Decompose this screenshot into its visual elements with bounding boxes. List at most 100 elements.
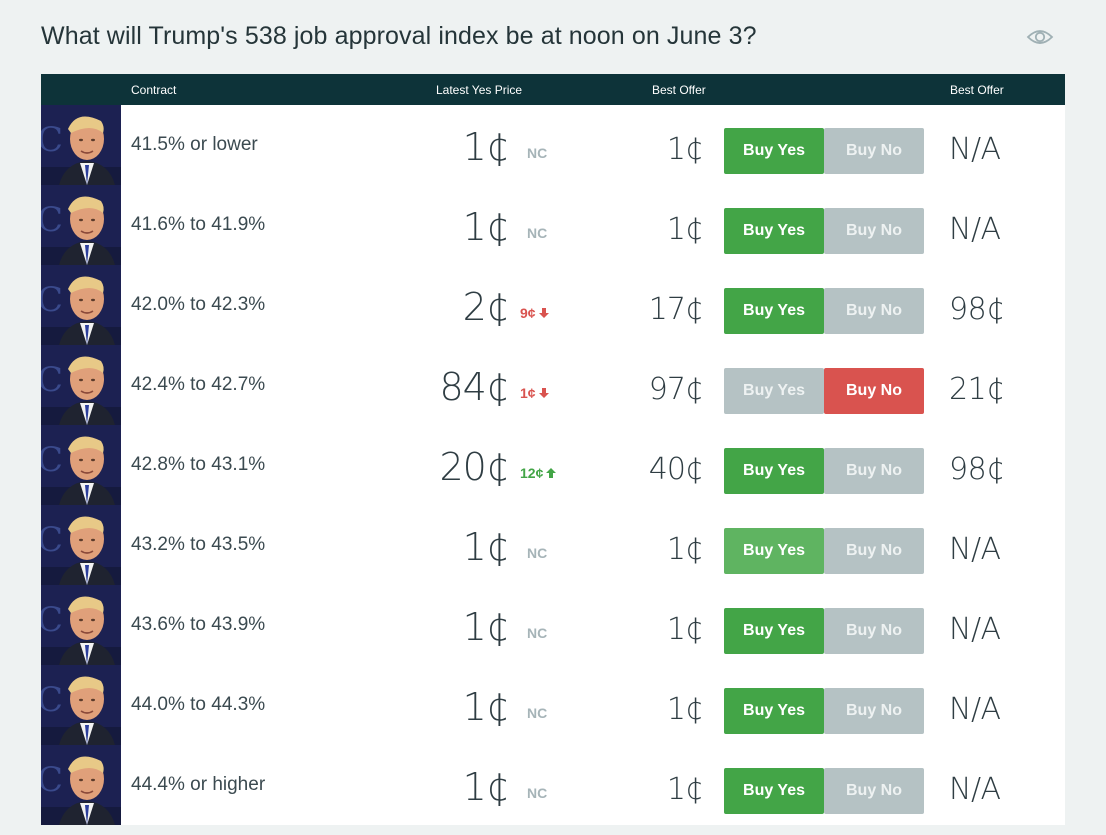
best-offer-no: N/A xyxy=(949,692,1001,727)
contract-name[interactable]: 43.2% to 43.5% xyxy=(131,534,265,556)
buy-no-button[interactable]: Buy No xyxy=(824,288,924,334)
avatar[interactable]: C xyxy=(41,505,121,585)
price-change-value: NC xyxy=(527,225,548,241)
price-change-value: 9¢ xyxy=(520,305,536,321)
header-latest-yes-price: Latest Yes Price xyxy=(436,83,523,97)
latest-yes-price: 20¢ xyxy=(439,445,510,489)
price-change-value: NC xyxy=(527,145,548,161)
svg-text:C: C xyxy=(41,680,63,720)
best-offer-no: 21¢ xyxy=(949,372,1005,407)
svg-text:C: C xyxy=(41,600,63,640)
table-row: C 42.0% to 42.3% 2¢ 9¢ 17¢ Buy Yes Buy N… xyxy=(41,265,1065,345)
buy-yes-button[interactable]: Buy Yes xyxy=(724,208,824,254)
contract-name[interactable]: 41.5% or lower xyxy=(131,134,258,156)
table-row: C 42.8% to 43.1% 20¢ 12¢ 40¢ Buy Yes Buy… xyxy=(41,425,1065,505)
contracts-table: Contract Latest Yes Price Best Offer Bes… xyxy=(41,74,1065,825)
table-body: C 41.5% or lower 1¢ NC 1¢ Buy Yes Buy No… xyxy=(41,105,1065,825)
buy-yes-button[interactable]: Buy Yes xyxy=(724,288,824,334)
contract-name[interactable]: 43.6% to 43.9% xyxy=(131,614,265,636)
price-change-value: 12¢ xyxy=(520,465,544,481)
header-contract: Contract xyxy=(131,83,177,97)
contract-image-icon: C xyxy=(41,345,121,425)
avatar[interactable]: C xyxy=(41,425,121,505)
svg-text:C: C xyxy=(41,200,63,240)
eye-icon[interactable] xyxy=(1026,26,1054,48)
best-offer-yes: 1¢ xyxy=(666,772,704,807)
buy-no-button[interactable]: Buy No xyxy=(824,368,924,414)
avatar[interactable]: C xyxy=(41,345,121,425)
avatar[interactable]: C xyxy=(41,665,121,745)
price-change: 9¢ xyxy=(520,305,549,321)
buy-no-button[interactable]: Buy No xyxy=(824,768,924,814)
buy-yes-button[interactable]: Buy Yes xyxy=(724,368,824,414)
svg-text:C: C xyxy=(41,360,63,400)
contract-image-icon: C xyxy=(41,265,121,345)
contract-name[interactable]: 41.6% to 41.9% xyxy=(131,214,265,236)
avatar[interactable]: C xyxy=(41,745,121,825)
buy-yes-button[interactable]: Buy Yes xyxy=(724,688,824,734)
latest-yes-price: 1¢ xyxy=(462,525,510,569)
arrow-down-icon xyxy=(538,308,549,318)
contract-image-icon: C xyxy=(41,665,121,745)
contract-name[interactable]: 42.8% to 43.1% xyxy=(131,454,265,476)
table-row: C 43.2% to 43.5% 1¢ NC 1¢ Buy Yes Buy No… xyxy=(41,505,1065,585)
latest-yes-price: 1¢ xyxy=(462,685,510,729)
header-best-offer-no: Best Offer xyxy=(950,83,1004,97)
price-change-value: NC xyxy=(527,545,548,561)
avatar[interactable]: C xyxy=(41,105,121,185)
buy-yes-button[interactable]: Buy Yes xyxy=(724,768,824,814)
best-offer-yes: 40¢ xyxy=(648,452,704,487)
buy-no-button[interactable]: Buy No xyxy=(824,688,924,734)
header-best-offer-yes: Best Offer xyxy=(652,83,706,97)
latest-yes-price: 1¢ xyxy=(462,125,510,169)
buy-yes-button[interactable]: Buy Yes xyxy=(724,448,824,494)
price-change: NC xyxy=(527,545,547,561)
latest-yes-price: 1¢ xyxy=(462,765,510,809)
contract-image-icon: C xyxy=(41,105,121,185)
svg-text:C: C xyxy=(41,280,63,320)
best-offer-no: 98¢ xyxy=(949,292,1005,327)
svg-text:C: C xyxy=(41,120,63,160)
avatar[interactable]: C xyxy=(41,585,121,665)
buy-no-button[interactable]: Buy No xyxy=(824,448,924,494)
best-offer-no: N/A xyxy=(949,612,1001,647)
buy-yes-button[interactable]: Buy Yes xyxy=(724,128,824,174)
buy-no-button[interactable]: Buy No xyxy=(824,528,924,574)
avatar[interactable]: C xyxy=(41,265,121,345)
price-change: 12¢ xyxy=(520,465,557,481)
table-row: C 41.5% or lower 1¢ NC 1¢ Buy Yes Buy No… xyxy=(41,105,1065,185)
buy-no-button[interactable]: Buy No xyxy=(824,128,924,174)
contract-image-icon: C xyxy=(41,425,121,505)
table-header: Contract Latest Yes Price Best Offer Bes… xyxy=(41,74,1065,105)
latest-yes-price: 1¢ xyxy=(462,605,510,649)
buy-no-button[interactable]: Buy No xyxy=(824,608,924,654)
price-change: NC xyxy=(527,625,547,641)
contract-image-icon: C xyxy=(41,585,121,665)
best-offer-no: N/A xyxy=(949,212,1001,247)
price-change-value: 1¢ xyxy=(520,385,536,401)
price-change: NC xyxy=(527,785,547,801)
contract-name[interactable]: 42.4% to 42.7% xyxy=(131,374,265,396)
arrow-down-icon xyxy=(538,388,549,398)
best-offer-yes: 1¢ xyxy=(666,692,704,727)
contract-name[interactable]: 42.0% to 42.3% xyxy=(131,294,265,316)
best-offer-no: N/A xyxy=(949,772,1001,807)
latest-yes-price: 84¢ xyxy=(439,365,510,409)
table-row: C 42.4% to 42.7% 84¢ 1¢ 97¢ Buy Yes Buy … xyxy=(41,345,1065,425)
best-offer-yes: 1¢ xyxy=(666,132,704,167)
contract-name[interactable]: 44.4% or higher xyxy=(131,774,265,796)
contract-name[interactable]: 44.0% to 44.3% xyxy=(131,694,265,716)
contract-image-icon: C xyxy=(41,745,121,825)
latest-yes-price: 2¢ xyxy=(462,285,510,329)
price-change: NC xyxy=(527,705,547,721)
avatar[interactable]: C xyxy=(41,185,121,265)
price-change: 1¢ xyxy=(520,385,549,401)
buy-yes-button[interactable]: Buy Yes xyxy=(724,528,824,574)
arrow-up-icon xyxy=(546,468,557,478)
buy-no-button[interactable]: Buy No xyxy=(824,208,924,254)
buy-yes-button[interactable]: Buy Yes xyxy=(724,608,824,654)
best-offer-no: N/A xyxy=(949,132,1001,167)
latest-yes-price: 1¢ xyxy=(462,205,510,249)
table-row: C 43.6% to 43.9% 1¢ NC 1¢ Buy Yes Buy No… xyxy=(41,585,1065,665)
table-row: C 41.6% to 41.9% 1¢ NC 1¢ Buy Yes Buy No… xyxy=(41,185,1065,265)
